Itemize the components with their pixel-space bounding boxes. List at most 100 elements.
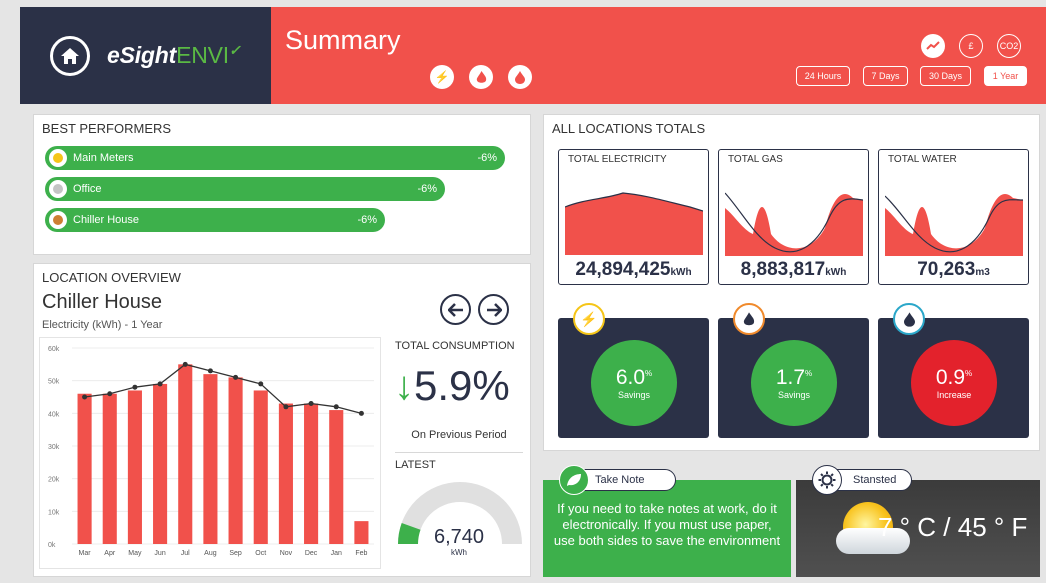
card-title: TOTAL ELECTRICITY xyxy=(568,154,667,165)
bar xyxy=(178,364,193,544)
x-tick-label: Sep xyxy=(229,550,242,557)
trend-point xyxy=(107,391,113,397)
card-title: TOTAL GAS xyxy=(728,154,783,165)
location-name: Chiller House xyxy=(42,291,163,313)
trend-point xyxy=(157,381,163,387)
x-tick-label: Apr xyxy=(104,550,116,557)
latest-value: 6,740 xyxy=(433,526,485,548)
best-performers-title: BEST PERFORMERS xyxy=(42,121,172,136)
logo: eSightENVI✓ xyxy=(107,42,241,68)
x-tick-label: Mar xyxy=(79,550,92,557)
total-consumption-note: On Previous Period xyxy=(411,429,507,441)
pound-icon[interactable]: £ xyxy=(959,34,983,58)
card-title: TOTAL WATER xyxy=(888,154,957,165)
leaf-icon: ✓ xyxy=(228,42,241,58)
chart-subtitle: Electricity (kWh) - 1 Year xyxy=(42,319,163,331)
bar xyxy=(354,521,369,544)
best-performers-panel: BEST PERFORMERS Main Meters -6% Office -6% C… xyxy=(33,114,531,255)
weather-panel: 7 ° C / 45 ° F xyxy=(796,480,1040,577)
performer-change: -6% xyxy=(357,214,377,226)
card-value: 8,883,817kWh xyxy=(740,259,847,280)
x-tick-label: Jan xyxy=(331,550,342,557)
water-increase-tile[interactable]: 0.9% Increase xyxy=(878,318,1029,438)
period-30-days[interactable]: 30 Days xyxy=(920,66,971,86)
trend-point xyxy=(308,401,314,407)
next-location-button[interactable] xyxy=(478,294,509,325)
total-consumption-value: ↓ 5.9% xyxy=(394,362,510,409)
bar xyxy=(329,410,344,544)
bar xyxy=(278,403,293,544)
x-tick-label: Jul xyxy=(181,550,190,557)
home-icon[interactable] xyxy=(50,35,90,76)
performer-bar[interactable]: Chiller House -6% xyxy=(45,208,385,232)
trend-point xyxy=(358,410,364,416)
gas-savings-tile[interactable]: 1.7% Savings xyxy=(718,318,869,438)
trend-point xyxy=(258,381,264,387)
location-overview-panel: LOCATION OVERVIEW Chiller House Electric… xyxy=(33,263,531,577)
page-title: Summary xyxy=(285,25,401,55)
bar xyxy=(127,390,142,544)
performer-change: -6% xyxy=(477,152,497,164)
period-7-days[interactable]: 7 Days xyxy=(863,66,908,86)
total-gas-card[interactable]: TOTAL GAS 8,883,817kWh xyxy=(718,149,869,285)
trend-line xyxy=(84,363,362,414)
y-tick-label: 20k xyxy=(48,477,60,484)
x-tick-label: May xyxy=(128,550,142,557)
trend-point xyxy=(132,384,138,390)
leaf-icon xyxy=(559,465,589,495)
performer-name: Chiller House xyxy=(73,214,140,226)
gas-icon[interactable] xyxy=(469,65,493,89)
gas-sparkline xyxy=(725,192,863,256)
trend-point xyxy=(333,404,339,410)
y-tick-label: 0k xyxy=(48,542,56,549)
electricity-icon[interactable]: ⚡ xyxy=(430,65,454,89)
brand-panel: eSightENVI✓ xyxy=(20,7,271,104)
card-value: 70,263m3 xyxy=(917,259,990,280)
x-tick-label: Jun xyxy=(154,550,165,557)
water-sparkline xyxy=(885,193,1023,256)
total-consumption-label: TOTAL CONSUMPTION xyxy=(395,340,515,352)
total-water-card[interactable]: TOTAL WATER 70,263m3 xyxy=(878,149,1029,285)
bar xyxy=(203,374,218,544)
x-tick-label: Nov xyxy=(280,550,293,557)
increase-circle: 0.9% Increase xyxy=(911,340,997,426)
x-tick-label: Dec xyxy=(305,550,318,557)
trend-point xyxy=(207,368,213,374)
period-1-year[interactable]: 1 Year xyxy=(984,66,1027,86)
latest-unit: kWh xyxy=(451,548,467,557)
divider xyxy=(395,452,523,453)
bar xyxy=(77,393,92,544)
take-note-panel: If you need to take notes at work, do it… xyxy=(543,480,791,577)
settings-icon xyxy=(812,465,842,495)
location-overview-title: LOCATION OVERVIEW xyxy=(42,270,181,285)
total-electricity-card[interactable]: TOTAL ELECTRICITY 24,894,425kWh xyxy=(558,149,709,285)
x-tick-label: Oct xyxy=(255,550,266,557)
trend-icon[interactable] xyxy=(921,34,945,58)
bar xyxy=(253,390,268,544)
gas-icon xyxy=(733,303,765,335)
trend-point xyxy=(283,404,289,410)
medal-icon xyxy=(49,149,67,167)
performer-bar[interactable]: Main Meters -6% xyxy=(45,146,505,170)
previous-location-button[interactable] xyxy=(440,294,471,325)
medal-icon xyxy=(49,180,67,198)
arrow-down-icon: ↓ xyxy=(394,363,414,408)
trend-point xyxy=(82,394,88,400)
bar xyxy=(304,403,319,544)
savings-circle: 1.7% Savings xyxy=(751,340,837,426)
co2-icon[interactable]: CO2 xyxy=(997,34,1021,58)
bar-line-chart: 0k 10k 20k 30k 40k 50k 60k Mar Apr May Jun Jul Aug Se… xyxy=(48,346,374,557)
water-icon[interactable] xyxy=(508,65,532,89)
period-24-hours[interactable]: 24 Hours xyxy=(796,66,850,86)
electricity-savings-tile[interactable]: 6.0% Savings xyxy=(558,318,709,438)
bar xyxy=(102,393,117,544)
bar xyxy=(153,383,168,544)
electricity-icon: ⚡ xyxy=(573,303,605,335)
performer-bar[interactable]: Office -6% xyxy=(45,177,445,201)
savings-circle: 6.0% Savings xyxy=(591,340,677,426)
y-tick-label: 50k xyxy=(48,379,60,386)
x-tick-label: Aug xyxy=(204,550,217,557)
header-bar: Summary ⚡ £ CO2 24 Hours 7 Days 30 Days … xyxy=(271,7,1046,104)
latest-label: LATEST xyxy=(395,459,436,471)
arrow-right-icon xyxy=(486,302,502,317)
